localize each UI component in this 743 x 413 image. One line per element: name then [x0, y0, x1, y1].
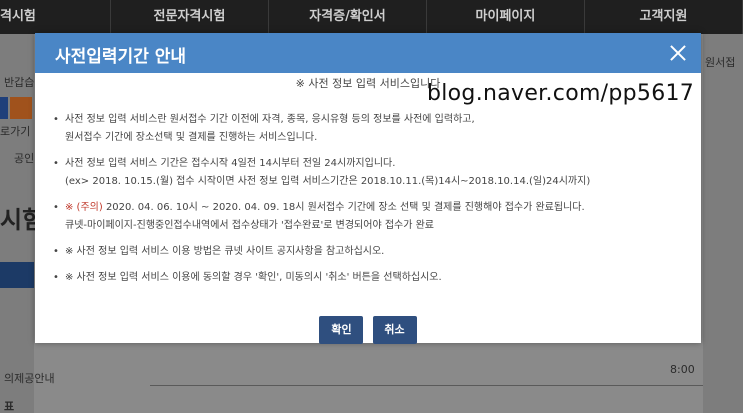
notice-line: 원서접수 기간에 장소선택 및 결제를 진행하는 서비스입니다.: [65, 132, 318, 143]
nav-item-mypage[interactable]: 마이페이지: [427, 0, 585, 34]
modal-title: 사전입력기간 안내: [55, 47, 187, 67]
notice-list: • 사전 정보 입력 서비스란 원서접수 기간 이전에 자격, 종목, 응시유형…: [53, 111, 693, 295]
notice-line: 사전 정보 입력 서비스 기간은 접수시작 4일전 14시부터 전일 24시까지…: [65, 158, 396, 169]
bullet-icon: •: [53, 114, 59, 125]
greeting-text: 반갑습: [4, 76, 35, 89]
nav-item-exam[interactable]: 격시험: [0, 0, 111, 34]
bullet-icon: •: [53, 158, 59, 169]
bg-divider: [150, 385, 703, 386]
bg-orange-button[interactable]: [10, 97, 32, 119]
close-icon[interactable]: [667, 42, 689, 64]
bg-menu-text[interactable]: 표: [4, 398, 14, 413]
nav-item-support[interactable]: 고객지원: [585, 0, 743, 34]
modal-header: 사전입력기간 안내: [35, 33, 701, 73]
notice-line: (ex> 2018. 10.15.(월) 접수 시작이면 사전 정보 입력 서비…: [65, 176, 591, 187]
caution-label: ※ (주의): [65, 202, 103, 213]
caution-text: 2020. 04. 06. 10시 ~ 2020. 04. 09. 18시 원서…: [102, 202, 585, 213]
bullet-icon: •: [53, 272, 59, 283]
cancel-button[interactable]: 취소: [372, 316, 417, 344]
notice-item-usage-guide: • ※ 사전 정보 입력 서비스 이용 방법은 큐넷 사이트 공지사항을 참고하…: [53, 243, 693, 261]
notice-item-service-period: • 사전 정보 입력 서비스 기간은 접수시작 4일전 14시부터 전일 24시…: [53, 155, 693, 191]
confirm-button[interactable]: 확인: [319, 316, 364, 344]
nav-item-certificate[interactable]: 자격증/확인서: [269, 0, 427, 34]
right-sidebar: [703, 34, 743, 413]
watermark-text: blog.naver.com/pp5617: [427, 81, 695, 106]
notice-line: 큐넷-마이페이지-진행중인접수내역에서 접수상태가 '접수완료'로 변경되어야 …: [65, 220, 435, 231]
button-row: 확인 취소: [35, 316, 701, 344]
bg-table-value: 8:00: [670, 363, 695, 376]
bullet-icon: •: [53, 202, 59, 213]
notice-tab[interactable]: 공인: [14, 150, 34, 166]
nav-item-professional-exam[interactable]: 전문자격시험: [111, 0, 269, 34]
bullet-icon: •: [53, 246, 59, 257]
notice-item-consent: • ※ 사전 정보 입력 서비스 이용에 동의할 경우 '확인', 미동의시 '…: [53, 269, 693, 287]
notice-line: ※ 사전 정보 입력 서비스 이용에 동의할 경우 '확인', 미동의시 '취소…: [65, 272, 442, 283]
bg-right-text: 원서접: [705, 56, 736, 69]
top-navigation: 격시험 전문자격시험 자격증/확인서 마이페이지 고객지원: [0, 0, 743, 34]
bg-dark-bar: [0, 262, 34, 288]
notice-item-caution: • ※ (주의) 2020. 04. 06. 10시 ~ 2020. 04. 0…: [53, 199, 693, 235]
shortcut-text: 로가기: [0, 125, 31, 138]
notice-item-service-description: • 사전 정보 입력 서비스란 원서접수 기간 이전에 자격, 종목, 응시유형…: [53, 111, 693, 147]
pre-input-period-modal: 사전입력기간 안내 ※ 사전 정보 입력 서비스입니다 blog.naver.c…: [35, 33, 701, 344]
bg-info-text: 의제공안내: [4, 372, 55, 385]
notice-line: 사전 정보 입력 서비스란 원서접수 기간 이전에 자격, 종목, 응시유형 등…: [65, 114, 475, 125]
notice-line: ※ (주의) 2020. 04. 06. 10시 ~ 2020. 04. 09.…: [65, 199, 693, 217]
notice-line: ※ 사전 정보 입력 서비스 이용 방법은 큐넷 사이트 공지사항을 참고하십시…: [65, 246, 385, 257]
bg-blue-button[interactable]: [0, 97, 8, 119]
